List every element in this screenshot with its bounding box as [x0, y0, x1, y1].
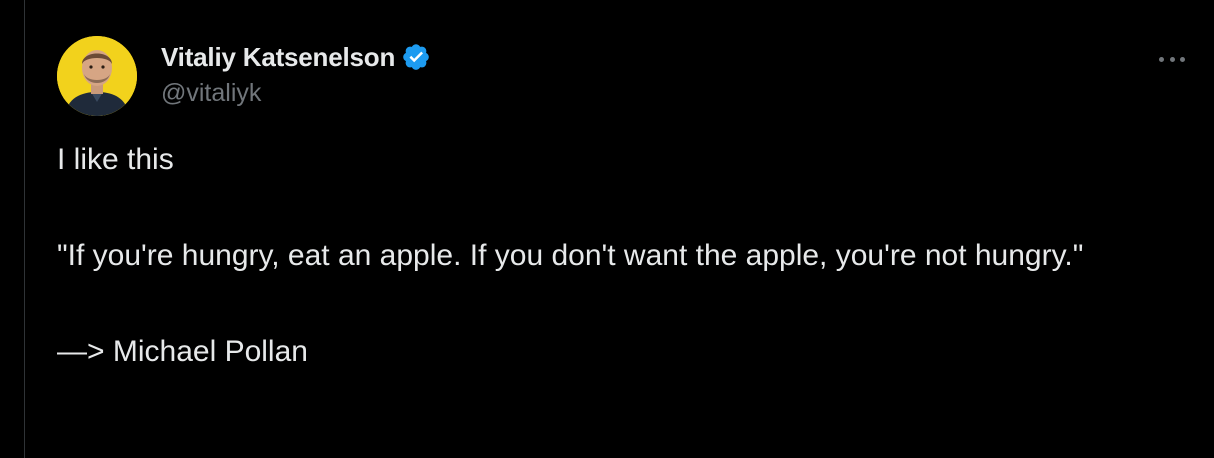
thread-divider	[24, 0, 25, 458]
name-row: Vitaliy Katsenelson	[161, 40, 431, 74]
tweet: Vitaliy Katsenelson @vitaliyk I like thi…	[57, 36, 1187, 376]
display-name[interactable]: Vitaliy Katsenelson	[161, 42, 395, 73]
tweet-attribution: —> Michael Pollan	[57, 335, 308, 368]
more-dot	[1169, 56, 1175, 62]
tweet-header: Vitaliy Katsenelson @vitaliyk	[57, 36, 1187, 118]
tweet-quote: "If you're hungry, eat an apple. If you …	[57, 239, 1084, 272]
tweet-line-1: I like this	[57, 143, 174, 176]
avatar[interactable]	[57, 36, 137, 116]
tweet-text: I like this "If you're hungry, eat an ap…	[57, 136, 1157, 376]
user-handle[interactable]: @vitaliyk	[161, 79, 431, 108]
line-break	[57, 184, 1157, 232]
verified-badge-icon[interactable]	[401, 42, 431, 72]
line-break	[57, 280, 1157, 328]
more-dot	[1159, 56, 1164, 62]
author-info: Vitaliy Katsenelson @vitaliyk	[161, 40, 431, 108]
avatar-image	[57, 36, 137, 116]
more-horizontal-icon[interactable]	[1159, 48, 1185, 70]
more-dot	[1180, 56, 1185, 62]
